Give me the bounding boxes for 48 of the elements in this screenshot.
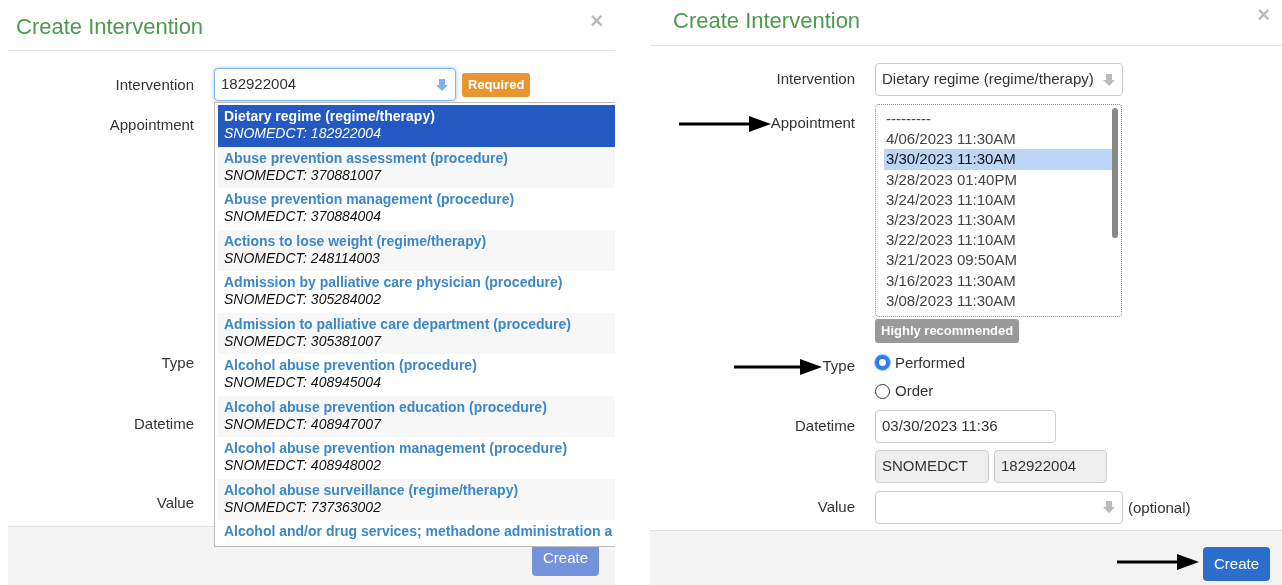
dropdown-option[interactable]: Alcohol abuse prevention management (procedure) SNOMEDCT: 408948002: [218, 437, 615, 479]
down-arrow-icon: [435, 77, 449, 92]
field-label: Appointment: [770, 113, 855, 134]
search-field[interactable]: 182922004: [214, 68, 456, 102]
select-field[interactable]: Dietary regime (regime/therapy): [875, 63, 1123, 96]
list-option[interactable]: 3/16/2023 11:30AM: [884, 270, 1112, 291]
list-option[interactable]: 3/24/2023 11:10AM: [884, 189, 1112, 210]
dropdown-option[interactable]: Alcohol abuse prevention (procedure) SNOMEDCT: 408945004: [218, 354, 615, 396]
dropdown-option[interactable]: Alcohol abuse surveillance (regime/therapy) SNOMEDCT: 737363002: [218, 478, 615, 520]
scrollbar[interactable]: [1112, 108, 1118, 238]
datetime-field[interactable]: 03/30/2023 11:36: [875, 409, 1056, 443]
field-label: Type: [822, 356, 855, 377]
list-option[interactable]: 4/06/2023 11:30AM: [884, 129, 1112, 150]
dialog-title: Create Intervention: [673, 7, 861, 35]
field-label: Intervention: [776, 69, 855, 90]
dropdown-option[interactable]: Admission to palliative care department (procedure) SNOMEDCT: 305381007: [218, 312, 615, 354]
dropdown-option[interactable]: Dietary regime (regime/therapy) SNOMEDCT: 182922004: [218, 105, 615, 147]
select-field[interactable]: [875, 490, 1123, 524]
dropdown-option[interactable]: Alcohol abuse prevention education (procedure) SNOMEDCT: 408947007: [218, 395, 615, 437]
readonly-field: 182922004: [994, 449, 1107, 483]
list-option[interactable]: 3/23/2023 11:30AM: [884, 209, 1112, 231]
list-option[interactable]: ---------: [884, 109, 1112, 130]
field-label: Value: [817, 496, 855, 517]
recommended-badge: Highly recommended: [875, 319, 1020, 343]
dropdown-option[interactable]: Abuse prevention management (procedure) SNOMEDCT: 370884004: [218, 188, 615, 230]
optional-hint: (optional): [1127, 497, 1191, 518]
dropdown-option[interactable]: Abuse prevention assessment (procedure) SNOMEDCT: 370881007: [218, 146, 615, 188]
list-option[interactable]: 3/22/2023 11:10AM: [884, 230, 1112, 251]
list-option[interactable]: 3/21/2023 09:50AM: [884, 250, 1112, 271]
dropdown-option[interactable]: Actions to lose weight (regime/therapy) SNOMEDCT: 248114003: [218, 229, 615, 271]
field-label: Appointment: [108, 115, 195, 136]
down-arrow-icon: [1102, 72, 1116, 87]
readonly-field: SNOMEDCT: [875, 449, 989, 483]
radio-option[interactable]: Order: [875, 380, 966, 403]
list-option[interactable]: 3/08/2023 11:30AM: [884, 290, 1112, 311]
field-label: Type: [160, 353, 195, 374]
create-button[interactable]: Create: [1202, 546, 1270, 581]
field-label: Value: [155, 493, 195, 514]
field-label: Datetime: [794, 415, 855, 436]
down-arrow-icon: [1102, 500, 1116, 514]
list-option[interactable]: 3/30/2023 11:30AM: [884, 149, 1112, 170]
field-label: Datetime: [132, 414, 195, 435]
required-badge: Required: [462, 73, 531, 97]
dropdown-option[interactable]: Admission by palliative care physician (procedure) SNOMEDCT: 305284002: [218, 271, 615, 313]
list-option[interactable]: 3/28/2023 01:40PM: [884, 169, 1112, 190]
radio-option[interactable]: Performed: [875, 351, 966, 374]
field-label: Intervention: [114, 75, 195, 96]
dialog-title: Create Intervention: [16, 13, 204, 41]
